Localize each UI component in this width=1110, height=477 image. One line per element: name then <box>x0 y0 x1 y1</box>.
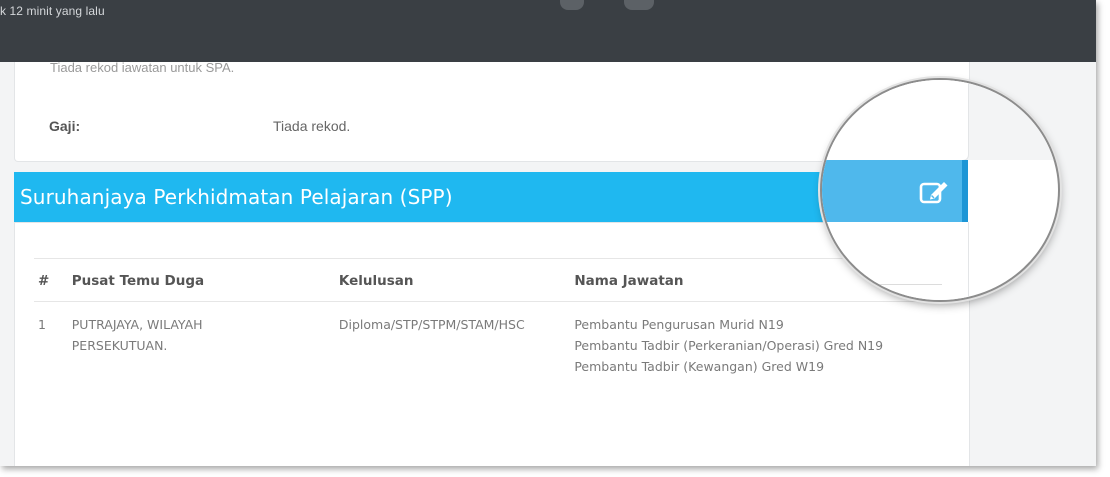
jawatan-item: Pembantu Pengurusan Murid N19 <box>574 317 784 332</box>
magnified-band-edge <box>962 160 968 222</box>
magnifier-callout <box>822 80 1058 300</box>
magnified-card-body <box>822 222 969 300</box>
pusat-text: PUTRAJAYA, WILAYAH PERSEKUTUAN. <box>71 317 203 353</box>
row-number: 1 <box>38 317 46 332</box>
column-header-kelulusan: Kelulusan <box>338 258 575 302</box>
salary-label: Gaji: <box>49 118 81 134</box>
last-updated-text: k 12 minit yang lalu <box>0 4 105 18</box>
column-header-pusat: Pusat Temu Duga <box>71 258 339 302</box>
spp-table: # Pusat Temu Duga Kelulusan Nama Jawatan… <box>34 258 940 377</box>
table-header-row: # Pusat Temu Duga Kelulusan Nama Jawatan <box>34 258 940 302</box>
magnified-card-edge <box>822 80 969 161</box>
salary-value: Tiada rekod. <box>273 118 351 134</box>
jawatan-item: Pembantu Tadbir (Perkeranian/Operasi) Gr… <box>574 338 884 353</box>
row-pusat-temu-duga: PUTRAJAYA, WILAYAH PERSEKUTUAN. <box>72 302 339 378</box>
navbar-icon[interactable] <box>560 0 584 10</box>
column-header-number: # <box>34 258 72 302</box>
top-navbar: k 12 minit yang lalu <box>0 0 1096 62</box>
spa-no-record-note: Tiada rekod jawatan untuk SPA. <box>50 62 235 72</box>
edit-icon[interactable] <box>918 178 950 206</box>
magnified-divider <box>822 284 942 285</box>
spp-section-title: Suruhanjaya Perkhidmatan Pelajaran (SPP) <box>20 185 453 209</box>
row-kelulusan: Diploma/STP/STPM/STAM/HSC <box>338 317 525 332</box>
jawatan-item: Pembantu Tadbir (Kewangan) Gred W19 <box>574 359 825 374</box>
row-nama-jawatan: Pembantu Pengurusan Murid N19 Pembantu T… <box>574 302 940 378</box>
avatar[interactable] <box>624 0 654 10</box>
table-row: 1 PUTRAJAYA, WILAYAH PERSEKUTUAN. Diplom… <box>34 302 940 378</box>
